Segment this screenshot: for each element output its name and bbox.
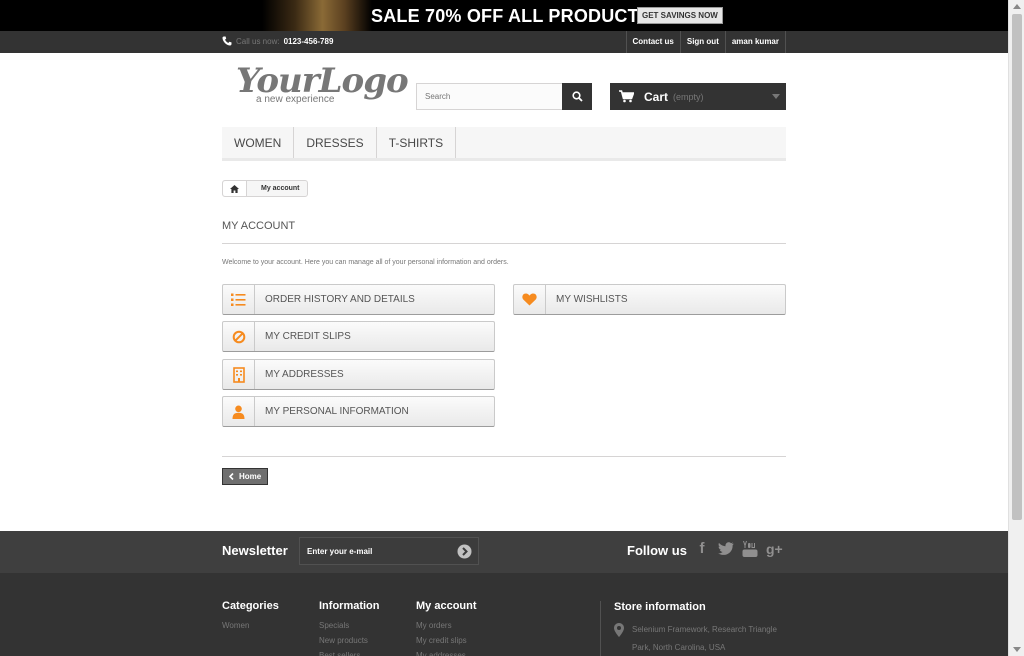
search-box bbox=[416, 83, 592, 110]
footer-link-my-addresses[interactable]: My addresses bbox=[416, 648, 477, 656]
wishlists-button[interactable]: MY WISHLISTS bbox=[513, 284, 786, 315]
list-ol-icon bbox=[231, 293, 246, 306]
footer-link-new-products[interactable]: New products bbox=[319, 633, 380, 648]
cart-button[interactable]: Cart (empty) bbox=[610, 83, 786, 110]
main-menu: WOMEN DRESSES T-SHIRTS bbox=[222, 127, 786, 161]
logo[interactable]: YourLogo a new experience bbox=[236, 61, 409, 105]
scroll-down-icon[interactable] bbox=[1013, 647, 1021, 652]
home-icon bbox=[230, 184, 239, 193]
newsletter-title: Newsletter bbox=[222, 543, 288, 558]
store-information-title: Store information bbox=[614, 601, 706, 613]
account-name-link[interactable]: aman kumar bbox=[724, 31, 786, 53]
store-information: Store information Selenium Framework, Re… bbox=[600, 601, 786, 656]
breadcrumb-home[interactable] bbox=[223, 181, 247, 196]
heart-icon bbox=[522, 293, 537, 306]
credit-slips-button[interactable]: MY CREDIT SLIPS bbox=[222, 321, 495, 352]
call-label: Call us now: bbox=[236, 36, 280, 46]
divider bbox=[222, 456, 786, 457]
store-address-text: Selenium Framework, Research Triangle Pa… bbox=[632, 625, 777, 652]
banner-image bbox=[262, 0, 372, 31]
footer-link-my-orders[interactable]: My orders bbox=[416, 618, 477, 633]
breadcrumb: My account bbox=[222, 180, 308, 197]
welcome-text: Welcome to your account. Here you can ma… bbox=[222, 259, 509, 266]
ban-icon bbox=[232, 330, 245, 343]
cart-label: Cart bbox=[644, 89, 669, 104]
phone-icon bbox=[222, 36, 232, 46]
top-nav: Call us now: 0123-456-789 Contact us Sig… bbox=[0, 31, 1008, 53]
call-us: Call us now: 0123-456-789 bbox=[222, 36, 333, 46]
arrow-circle-right-icon[interactable] bbox=[457, 544, 472, 559]
page-scrollbar[interactable] bbox=[1008, 0, 1024, 656]
footer-categories-title: Categories bbox=[222, 600, 279, 612]
top-links: Contact us Sign out aman kumar bbox=[625, 31, 786, 53]
newsletter-box bbox=[299, 537, 479, 565]
footer-information-title: Information bbox=[319, 600, 380, 612]
newsletter-bar: Newsletter Follow us f g+ bbox=[0, 531, 1008, 573]
chevron-down-icon bbox=[772, 94, 780, 99]
footer: Categories Women Information Specials Ne… bbox=[0, 573, 1008, 656]
newsletter-email-input[interactable] bbox=[300, 538, 450, 564]
youtube-icon[interactable] bbox=[742, 540, 758, 557]
search-icon bbox=[571, 91, 583, 102]
menu-item-t-shirts[interactable]: T-SHIRTS bbox=[377, 127, 457, 158]
footer-link-best-sellers[interactable]: Best sellers bbox=[319, 648, 380, 656]
building-icon bbox=[232, 366, 245, 383]
breadcrumb-current: My account bbox=[261, 185, 300, 192]
social-links: f g+ bbox=[694, 540, 783, 557]
promo-banner[interactable]: SALE 70% OFF ALL PRODUCTS GET SAVINGS NO… bbox=[0, 0, 1008, 31]
logo-text: YourLogo bbox=[236, 61, 409, 101]
addresses-button[interactable]: MY ADDRESSES bbox=[222, 359, 495, 390]
credit-slips-label: MY CREDIT SLIPS bbox=[265, 331, 351, 342]
footer-my-account: My account My orders My credit slips My … bbox=[416, 600, 477, 656]
sign-out-link[interactable]: Sign out bbox=[679, 31, 725, 53]
cart-icon bbox=[619, 90, 634, 103]
wishlists-label: MY WISHLISTS bbox=[556, 294, 628, 305]
home-button-label: Home bbox=[239, 472, 262, 481]
footer-information: Information Specials New products Best s… bbox=[319, 600, 380, 656]
footer-link-women[interactable]: Women bbox=[222, 618, 279, 633]
cart-status: (empty) bbox=[673, 91, 704, 102]
get-savings-button[interactable]: GET SAVINGS NOW bbox=[637, 7, 723, 24]
chevron-left-icon bbox=[229, 473, 234, 480]
order-history-label: ORDER HISTORY AND DETAILS bbox=[265, 294, 415, 305]
scroll-thumb[interactable] bbox=[1012, 14, 1022, 520]
scroll-up-icon[interactable] bbox=[1013, 4, 1021, 9]
menu-item-women[interactable]: WOMEN bbox=[222, 127, 295, 158]
footer-my-account-title: My account bbox=[416, 600, 477, 612]
store-address: Selenium Framework, Research Triangle Pa… bbox=[614, 621, 786, 656]
contact-us-link[interactable]: Contact us bbox=[625, 31, 680, 53]
map-marker-icon bbox=[614, 623, 624, 637]
facebook-icon[interactable]: f bbox=[694, 540, 710, 557]
twitter-icon[interactable] bbox=[718, 541, 734, 556]
menu-item-dresses[interactable]: DRESSES bbox=[294, 127, 377, 158]
home-button[interactable]: Home bbox=[222, 468, 269, 485]
search-button[interactable] bbox=[562, 83, 592, 110]
order-history-button[interactable]: ORDER HISTORY AND DETAILS bbox=[222, 284, 495, 315]
phone-number: 0123-456-789 bbox=[283, 36, 334, 46]
footer-categories: Categories Women bbox=[222, 600, 279, 633]
addresses-label: MY ADDRESSES bbox=[265, 369, 344, 380]
page-title: MY ACCOUNT bbox=[222, 220, 786, 244]
page: SALE 70% OFF ALL PRODUCTS GET SAVINGS NO… bbox=[0, 0, 1008, 656]
follow-us-title: Follow us bbox=[627, 543, 687, 558]
personal-info-label: MY PERSONAL INFORMATION bbox=[265, 406, 409, 417]
search-input[interactable] bbox=[417, 84, 563, 109]
footer-link-specials[interactable]: Specials bbox=[319, 618, 380, 633]
google-plus-icon[interactable]: g+ bbox=[766, 541, 783, 557]
footer-link-my-credit-slips[interactable]: My credit slips bbox=[416, 633, 477, 648]
personal-info-button[interactable]: MY PERSONAL INFORMATION bbox=[222, 396, 495, 427]
banner-text: SALE 70% OFF ALL PRODUCTS bbox=[371, 6, 652, 26]
user-icon bbox=[232, 405, 245, 419]
